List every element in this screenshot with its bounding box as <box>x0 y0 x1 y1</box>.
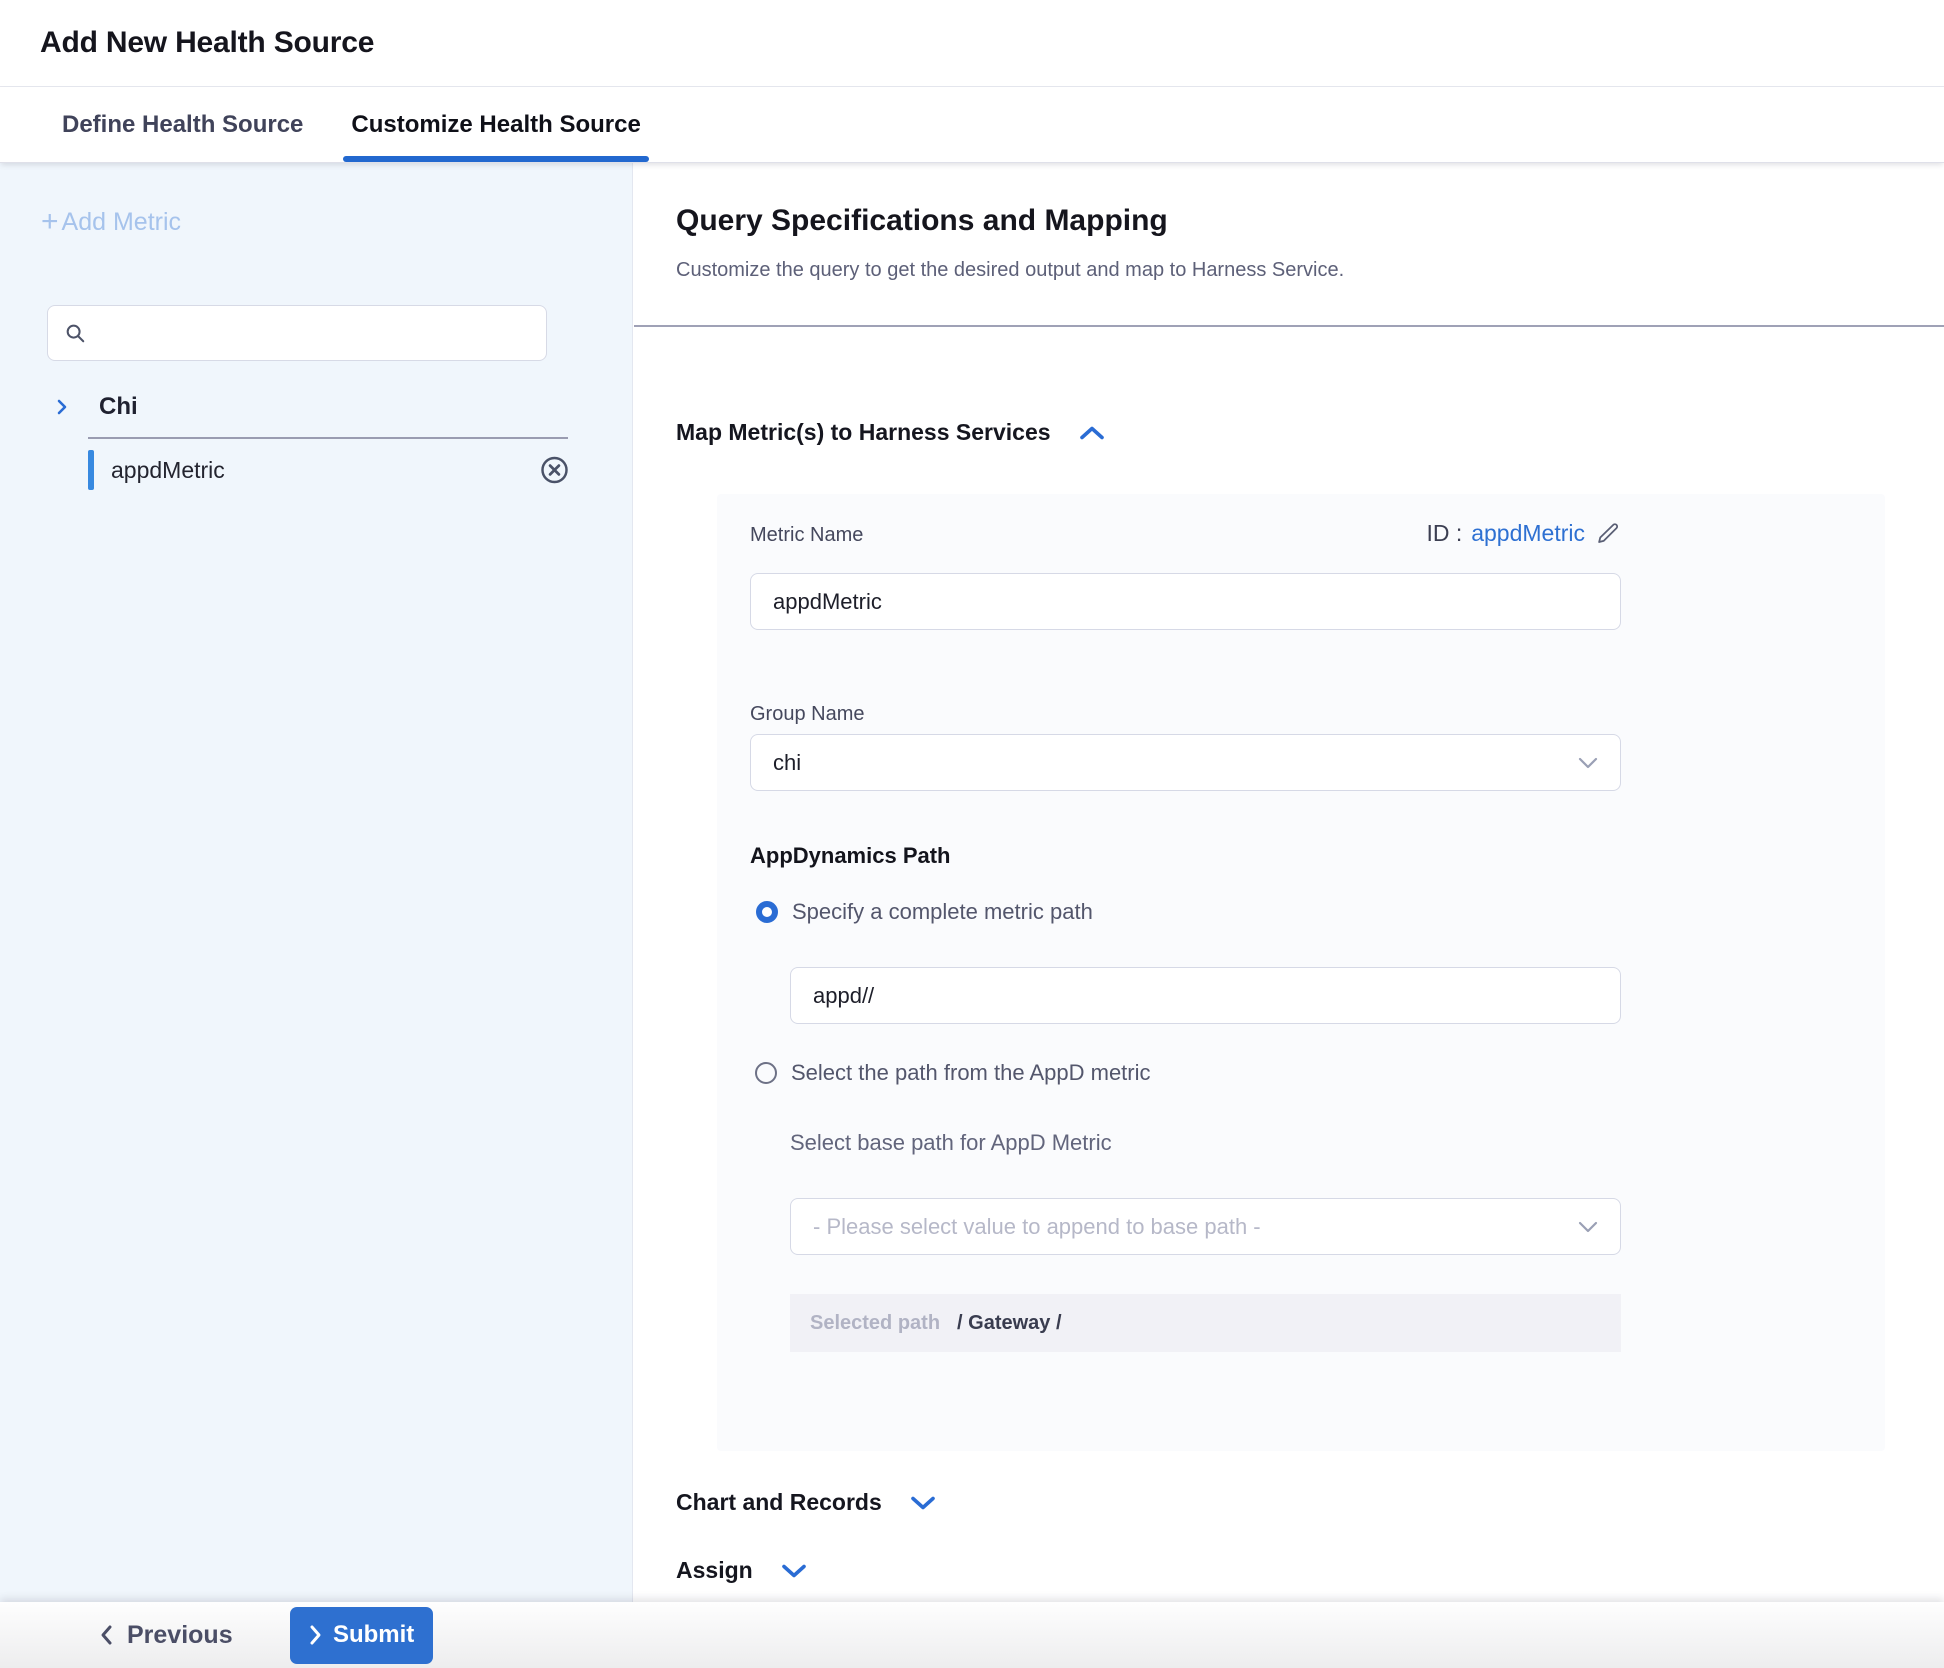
search-input[interactable] <box>98 320 530 346</box>
chevron-down-icon <box>1578 757 1598 769</box>
search-icon <box>64 322 86 344</box>
content-divider <box>634 325 1944 327</box>
add-metric-button[interactable]: + Add Metric <box>41 207 181 237</box>
metric-name-label: Metric Name <box>750 524 863 547</box>
metric-search-box <box>47 305 547 361</box>
group-name-select[interactable]: chi <box>750 734 1621 791</box>
chevron-down-icon <box>1578 1221 1598 1233</box>
chevron-right-icon <box>308 1623 323 1647</box>
query-spec-panel: Query Specifications and Mapping Customi… <box>634 163 1944 1602</box>
chart-and-records-section-header[interactable]: Chart and Records <box>676 1489 936 1516</box>
metric-mapping-card: Metric Name ID : appdMetric Group Name c… <box>717 494 1885 1451</box>
panel-subtitle: Customize the query to get the desired o… <box>676 259 1344 282</box>
base-path-placeholder: - Please select value to append to base … <box>813 1214 1578 1240</box>
radio-complete-metric-path[interactable]: Specify a complete metric path <box>756 899 1093 925</box>
tab-define-health-source[interactable]: Define Health Source <box>62 87 303 162</box>
chevron-right-icon <box>52 397 72 417</box>
section-label: Chart and Records <box>676 1489 882 1516</box>
footer-bar: Previous Submit <box>0 1602 1944 1668</box>
active-tab-indicator <box>343 156 648 162</box>
metrics-sidebar: + Add Metric Chi appdMetric <box>0 163 633 1602</box>
selected-path-value: / Gateway / <box>957 1312 1062 1335</box>
submit-label: Submit <box>333 1621 414 1649</box>
appdynamics-path-heading: AppDynamics Path <box>750 843 951 869</box>
chevron-down-icon <box>910 1495 936 1511</box>
edit-id-icon[interactable] <box>1596 521 1621 546</box>
base-path-select[interactable]: - Please select value to append to base … <box>790 1198 1621 1255</box>
group-label: Chi <box>99 393 138 421</box>
metric-id: ID : appdMetric <box>1426 520 1621 547</box>
metric-id-value[interactable]: appdMetric <box>1471 520 1585 547</box>
tab-label: Define Health Source <box>62 111 303 139</box>
metric-item-label: appdMetric <box>111 457 225 484</box>
plus-icon: + <box>41 207 59 237</box>
metric-group-chi[interactable]: Chi <box>0 381 632 433</box>
metric-item-appdmetric[interactable]: appdMetric <box>0 439 632 501</box>
submit-button[interactable]: Submit <box>290 1607 433 1664</box>
previous-label: Previous <box>127 1621 233 1650</box>
page-title: Add New Health Source <box>40 26 374 60</box>
assign-section-header[interactable]: Assign <box>676 1557 807 1584</box>
radio-selected-icon[interactable] <box>756 901 778 923</box>
base-path-label: Select base path for AppD Metric <box>790 1130 1112 1156</box>
tab-bar: Define Health Source Customize Health So… <box>0 87 1944 163</box>
add-metric-label: Add Metric <box>62 208 181 237</box>
section-label: Map Metric(s) to Harness Services <box>676 419 1051 446</box>
tab-label: Customize Health Source <box>351 111 640 139</box>
radio-label: Select the path from the AppD metric <box>791 1060 1151 1086</box>
remove-metric-icon[interactable] <box>539 455 570 486</box>
id-label: ID : <box>1426 520 1462 547</box>
chevron-up-icon <box>1079 425 1105 441</box>
selected-metric-indicator <box>88 450 94 490</box>
selected-path-label: Selected path <box>810 1312 940 1335</box>
chevron-down-icon <box>781 1563 807 1579</box>
group-name-value: chi <box>773 750 1578 776</box>
section-label: Assign <box>676 1557 753 1584</box>
metric-name-input[interactable] <box>750 573 1621 630</box>
radio-select-appd-path[interactable]: Select the path from the AppD metric <box>755 1060 1151 1086</box>
selected-path-bar: Selected path / Gateway / <box>790 1294 1621 1352</box>
metric-path-input[interactable] <box>790 967 1621 1024</box>
radio-unselected-icon[interactable] <box>755 1062 777 1084</box>
chevron-left-icon <box>99 1623 114 1647</box>
radio-label: Specify a complete metric path <box>792 899 1093 925</box>
group-name-label: Group Name <box>750 703 865 726</box>
previous-button[interactable]: Previous <box>99 1621 233 1650</box>
add-health-source-dialog: Add New Health Source Define Health Sour… <box>0 0 1944 1668</box>
map-metrics-section-header[interactable]: Map Metric(s) to Harness Services <box>676 419 1105 446</box>
panel-title: Query Specifications and Mapping <box>676 204 1168 238</box>
page-header: Add New Health Source <box>0 0 1944 87</box>
tab-customize-health-source[interactable]: Customize Health Source <box>351 87 640 162</box>
